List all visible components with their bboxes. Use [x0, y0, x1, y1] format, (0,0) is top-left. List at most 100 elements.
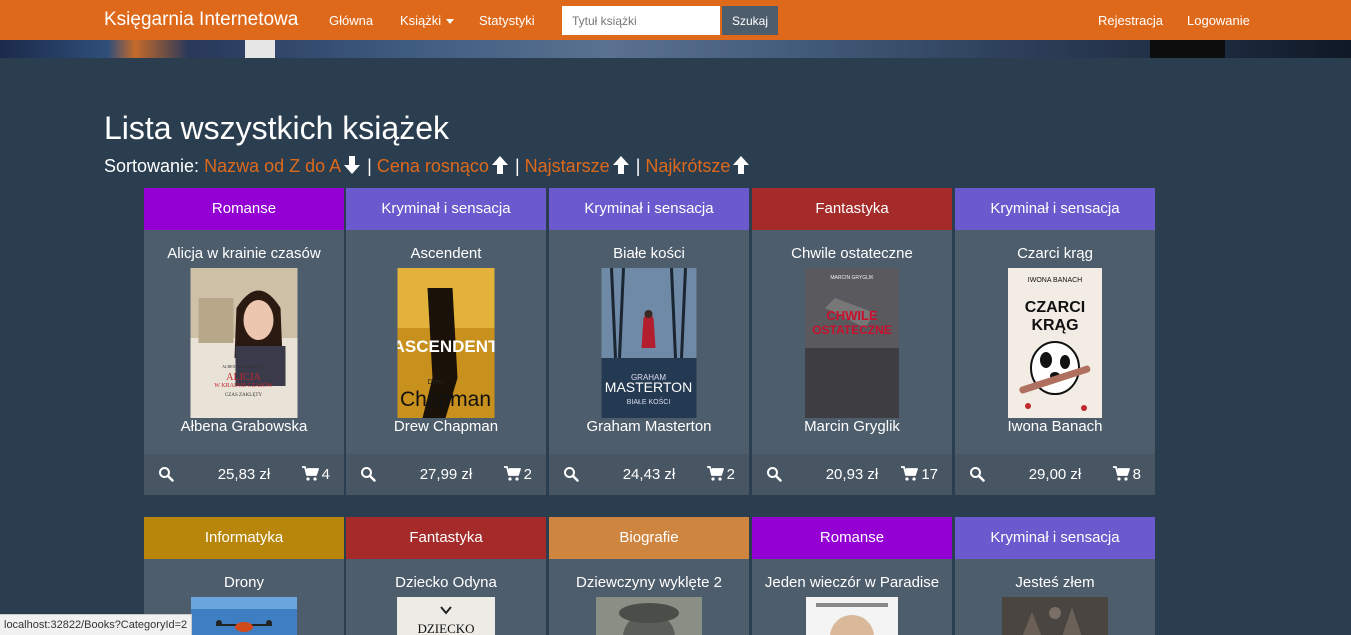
- chevron-down-icon: [446, 19, 455, 25]
- nav-books-label: Książki: [400, 13, 442, 28]
- add-to-cart-button[interactable]: 17: [901, 466, 938, 483]
- book-title[interactable]: Ascendent: [346, 245, 546, 262]
- book-author: Drew Chapman: [393, 418, 499, 435]
- book-title[interactable]: Chwile ostateczne: [752, 245, 952, 262]
- add-to-cart-button[interactable]: 2: [706, 466, 735, 483]
- book-author: Iwona Banach: [1007, 418, 1103, 435]
- category-header[interactable]: Kryminał i sensacja: [955, 517, 1155, 559]
- book-card[interactable]: Fantastyka Chwile ostateczne MARCIN GRYG…: [752, 188, 952, 495]
- stock-count: 2: [523, 466, 532, 483]
- cover-text: CZAS ZAKLĘTY: [225, 393, 262, 398]
- book-cover-image[interactable]: GRAHAM MASTERTON BIAŁE KOŚCI: [601, 268, 697, 418]
- sort-separator: |: [635, 156, 641, 176]
- book-card[interactable]: Kryminał i sensacja Białe kości GRAHAM M…: [549, 188, 749, 495]
- sort-by-price-link[interactable]: Cena rosnąco: [377, 156, 489, 176]
- category-header[interactable]: Biografie: [549, 517, 749, 559]
- card-footer: 25,83 zł 4: [144, 454, 344, 495]
- category-header[interactable]: Romanse: [752, 517, 952, 559]
- search-button[interactable]: Szukaj: [722, 6, 778, 35]
- sort-by-length-link[interactable]: Najkrótsze: [645, 156, 730, 176]
- book-title[interactable]: Jeden wieczór w Paradise: [752, 574, 952, 591]
- card-footer: 20,93 zł 17: [752, 454, 952, 495]
- book-title[interactable]: Białe kości: [549, 245, 749, 262]
- book-card[interactable]: Biografie Dziewczyny wyklęte 2: [549, 517, 749, 635]
- stock-count: 2: [726, 466, 735, 483]
- book-cover-image[interactable]: [806, 597, 898, 635]
- book-title[interactable]: Dziecko Odyna: [346, 574, 546, 591]
- category-header[interactable]: Kryminał i sensacja: [549, 188, 749, 230]
- cover-text: ASCENDENT: [398, 337, 495, 356]
- cover-text: ALBENA GRABOWSKA: [222, 364, 265, 369]
- arrow-up-icon: [491, 156, 508, 174]
- book-cover-image[interactable]: [191, 597, 297, 635]
- book-card[interactable]: Romanse Alicja w krainie czasów ALBENA G…: [144, 188, 344, 495]
- cover-text: DZIECKO: [417, 621, 474, 635]
- page-title: Lista wszystkich książek: [104, 110, 449, 146]
- book-cover-image[interactable]: ALBENA GRABOWSKA ALICJA W KRAINIE CZASÓW…: [190, 268, 298, 418]
- nav-stats-link[interactable]: Statystyki: [479, 13, 535, 28]
- book-title[interactable]: Alicja w krainie czasów: [144, 245, 344, 262]
- cover-text: Chapman: [400, 388, 491, 411]
- nav-home-link[interactable]: Główna: [329, 13, 373, 28]
- status-bar-url: localhost:32822/Books?CategoryId=2: [0, 614, 193, 635]
- book-cover-image[interactable]: [596, 597, 702, 635]
- category-header[interactable]: Romanse: [144, 188, 344, 230]
- arrow-up-icon: [733, 156, 750, 174]
- category-header[interactable]: Informatyka: [144, 517, 344, 559]
- cart-icon: [503, 466, 521, 481]
- card-footer: 29,00 zł 8: [955, 454, 1155, 495]
- cover-text: KRĄG: [1031, 317, 1078, 334]
- cover-text: CHWILE: [826, 308, 878, 323]
- book-title[interactable]: Jesteś złem: [955, 574, 1155, 591]
- book-title[interactable]: Czarci krąg: [955, 245, 1155, 262]
- book-card[interactable]: Romanse Jeden wieczór w Paradise: [752, 517, 952, 635]
- add-to-cart-button[interactable]: 4: [301, 466, 330, 483]
- login-link[interactable]: Logowanie: [1187, 13, 1250, 28]
- book-cover-image[interactable]: MARCIN GRYGLIK CHWILE OSTATECZNE: [805, 268, 899, 418]
- book-card[interactable]: Kryminał i sensacja Jesteś złem: [955, 517, 1155, 635]
- card-footer: 24,43 zł 2: [549, 454, 749, 495]
- sort-separator: |: [514, 156, 520, 176]
- book-cover-image[interactable]: IWONA BANACH CZARCI KRĄG: [1008, 268, 1102, 418]
- book-author: Graham Masterton: [586, 418, 712, 435]
- register-link[interactable]: Rejestracja: [1098, 13, 1163, 28]
- scrollbar[interactable]: [1341, 58, 1351, 635]
- book-card[interactable]: Kryminał i sensacja Czarci krąg IWONA BA…: [955, 188, 1155, 495]
- cover-text: CZARCI: [1025, 299, 1085, 316]
- banner-decoration: [1150, 40, 1225, 58]
- banner-decoration: [245, 40, 275, 58]
- sort-label: Sortowanie:: [104, 156, 200, 176]
- book-author: Marcin Gryglik: [804, 418, 900, 435]
- cover-text: MARCIN GRYGLIK: [830, 275, 874, 281]
- brand-link[interactable]: Księgarnia Internetowa: [104, 9, 298, 31]
- add-to-cart-button[interactable]: 2: [503, 466, 532, 483]
- cover-text: OSTATECZNE: [812, 323, 892, 337]
- category-header[interactable]: Kryminał i sensacja: [346, 188, 546, 230]
- sort-separator: |: [367, 156, 372, 176]
- book-card[interactable]: Kryminał i sensacja Ascendent ASCENDENT …: [346, 188, 546, 495]
- cover-text: IWONA BANACH: [1028, 277, 1082, 284]
- book-cover-image[interactable]: [1002, 597, 1108, 635]
- book-title[interactable]: Dziewczyny wyklęte 2: [549, 574, 749, 591]
- stock-count: 4: [321, 466, 330, 483]
- book-cover-image[interactable]: ASCENDENT Drew Chapman: [397, 268, 495, 418]
- stock-count: 17: [921, 466, 938, 483]
- search-input[interactable]: [562, 6, 720, 35]
- book-card[interactable]: Fantastyka Dziecko Odyna DZIECKO: [346, 517, 546, 635]
- sort-by-name-link[interactable]: Nazwa od Z do A: [204, 156, 341, 176]
- category-header[interactable]: Kryminał i sensacja: [955, 188, 1155, 230]
- sort-by-age-link[interactable]: Najstarsze: [525, 156, 610, 176]
- add-to-cart-button[interactable]: 8: [1112, 466, 1141, 483]
- cart-icon: [901, 466, 919, 481]
- cart-icon: [1112, 466, 1130, 481]
- book-author: Ałbena Grabowska: [180, 418, 308, 435]
- card-footer: 27,99 zł 2: [346, 454, 546, 495]
- category-header[interactable]: Fantastyka: [346, 517, 546, 559]
- cover-text: BIAŁE KOŚCI: [627, 397, 671, 406]
- category-header[interactable]: Fantastyka: [752, 188, 952, 230]
- book-cover-image[interactable]: DZIECKO: [397, 597, 495, 635]
- nav-books-dropdown[interactable]: Książki: [400, 13, 455, 28]
- book-title[interactable]: Drony: [144, 574, 344, 591]
- cover-text: W KRAINIE CZASÓW: [214, 381, 273, 389]
- arrow-up-icon: [612, 156, 629, 174]
